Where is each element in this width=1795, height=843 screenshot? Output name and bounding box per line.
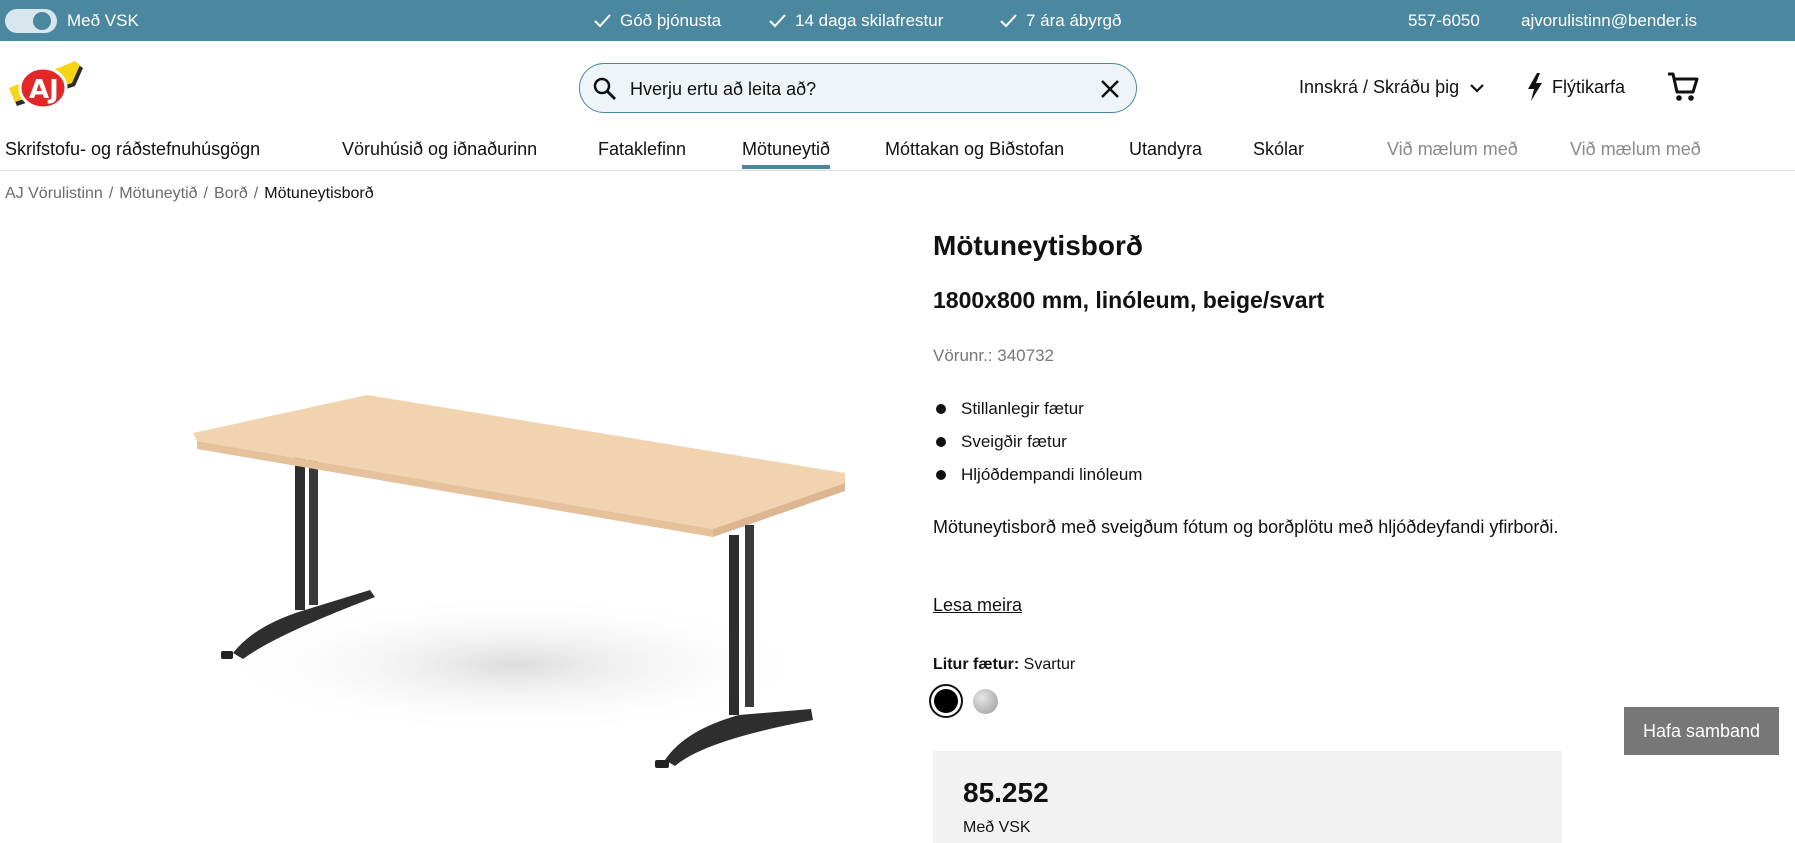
swatch-silver[interactable] — [973, 689, 998, 714]
login-label: Innskrá / Skráðu þig — [1299, 77, 1460, 97]
nav-item-canteen[interactable]: Mötuneytið — [742, 139, 831, 169]
read-more-link[interactable]: Lesa meira — [933, 595, 1022, 616]
email-link[interactable]: ajvorulistinn@bender.is — [1521, 11, 1697, 31]
top-bar: Með VSK Góð þjónusta 14 daga skilafrestu… — [0, 0, 1795, 41]
quick-cart-label: Flýtikarfa — [1552, 76, 1626, 97]
breadcrumb-link[interactable]: Borð — [214, 185, 248, 202]
feature-item: Hljóðdempandi linóleum — [935, 464, 1142, 497]
breadcrumb-separator: / — [253, 185, 259, 202]
cart-icon[interactable] — [1666, 70, 1700, 104]
usp-label: 14 daga skilafrestur — [795, 11, 944, 30]
main-nav: Skrifstofu- og ráðstefnuhúsgögn Vöruhúsi… — [0, 135, 1795, 171]
price-vat-note: Með VSK — [963, 819, 1031, 836]
swatch-black[interactable] — [929, 684, 963, 718]
swatch-black-dot — [934, 689, 958, 713]
check-icon — [594, 14, 611, 28]
lightning-icon — [1528, 73, 1542, 101]
usp-service: Góð þjónusta — [594, 11, 721, 31]
feature-list: Stillanlegir fætur Sveigðir fætur Hljóðd… — [935, 398, 1142, 497]
login-menu[interactable]: Innskrá / Skráðu þig — [1299, 77, 1485, 98]
chevron-down-icon — [1470, 83, 1484, 93]
nav-item-warehouse[interactable]: Vöruhúsið og iðnaðurinn — [342, 139, 537, 160]
nav-item-reception[interactable]: Móttakan og Biðstofan — [885, 139, 1064, 160]
product-title: Mötuneytisborð — [933, 230, 1143, 261]
breadcrumb-link[interactable]: Mötuneytið — [119, 185, 197, 202]
breadcrumb: AJ Vörulistinn / Mötuneytið / Borð / Mötuneyti… — [5, 185, 374, 203]
feature-item: Sveigðir fætur — [935, 431, 1142, 464]
clear-icon[interactable] — [1098, 77, 1122, 101]
leg-color-title: Litur fætur: — [933, 656, 1020, 673]
quick-cart-button[interactable]: Flýtikarfa — [1526, 73, 1625, 101]
price-box: 85.252 Með VSK — [933, 751, 1562, 843]
breadcrumb-separator: / — [108, 185, 114, 202]
nav-item-cloakroom[interactable]: Fataklefinn — [598, 139, 686, 160]
check-icon — [769, 14, 786, 28]
feature-item: Stillanlegir fætur — [935, 398, 1142, 431]
product-price: 85.252 — [963, 777, 1049, 808]
product-sku: Vörunr.: 340732 — [933, 346, 1054, 365]
usp-returns: 14 daga skilafrestur — [769, 11, 943, 31]
breadcrumb-link[interactable]: AJ Vörulistinn — [5, 185, 103, 202]
toggle-knob — [33, 12, 51, 30]
product-subtitle: 1800x800 mm, linóleum, beige/svart — [933, 287, 1325, 313]
usp-warranty: 7 ára ábyrgð — [1000, 11, 1121, 31]
leg-color-value: Svartur — [1023, 656, 1076, 673]
nav-item-schools[interactable]: Skólar — [1253, 139, 1304, 160]
nav-item-recommended[interactable]: Við mælum með — [1570, 139, 1701, 160]
usp-label: Góð þjónusta — [620, 11, 722, 30]
product-description: Mötuneytisborð með sveigðum fótum og bor… — [933, 517, 1559, 537]
logo-text: AJ — [29, 75, 59, 105]
leg-color-label: Litur fætur: Svartur — [933, 656, 1075, 674]
search-icon[interactable] — [592, 76, 618, 102]
breadcrumb-current: Mötuneytisborð — [264, 185, 374, 202]
vat-toggle[interactable] — [5, 9, 57, 33]
contact-button[interactable]: Hafa samband — [1624, 707, 1779, 755]
nav-item-recommended[interactable]: Við mælum með — [1387, 139, 1518, 160]
vat-toggle-label: Með VSK — [67, 11, 139, 30]
product-image[interactable] — [185, 385, 850, 785]
search-input[interactable] — [630, 74, 1070, 104]
breadcrumb-separator: / — [203, 185, 208, 202]
search-bar — [579, 63, 1137, 113]
aj-logo[interactable]: AJ — [5, 58, 85, 118]
nav-item-outdoor[interactable]: Utandyra — [1129, 139, 1202, 160]
nav-item-office[interactable]: Skrifstofu- og ráðstefnuhúsgögn — [5, 139, 260, 160]
usp-label: 7 ára ábyrgð — [1026, 11, 1122, 30]
phone-link[interactable]: 557-6050 — [1408, 11, 1480, 31]
check-icon — [1000, 14, 1017, 28]
